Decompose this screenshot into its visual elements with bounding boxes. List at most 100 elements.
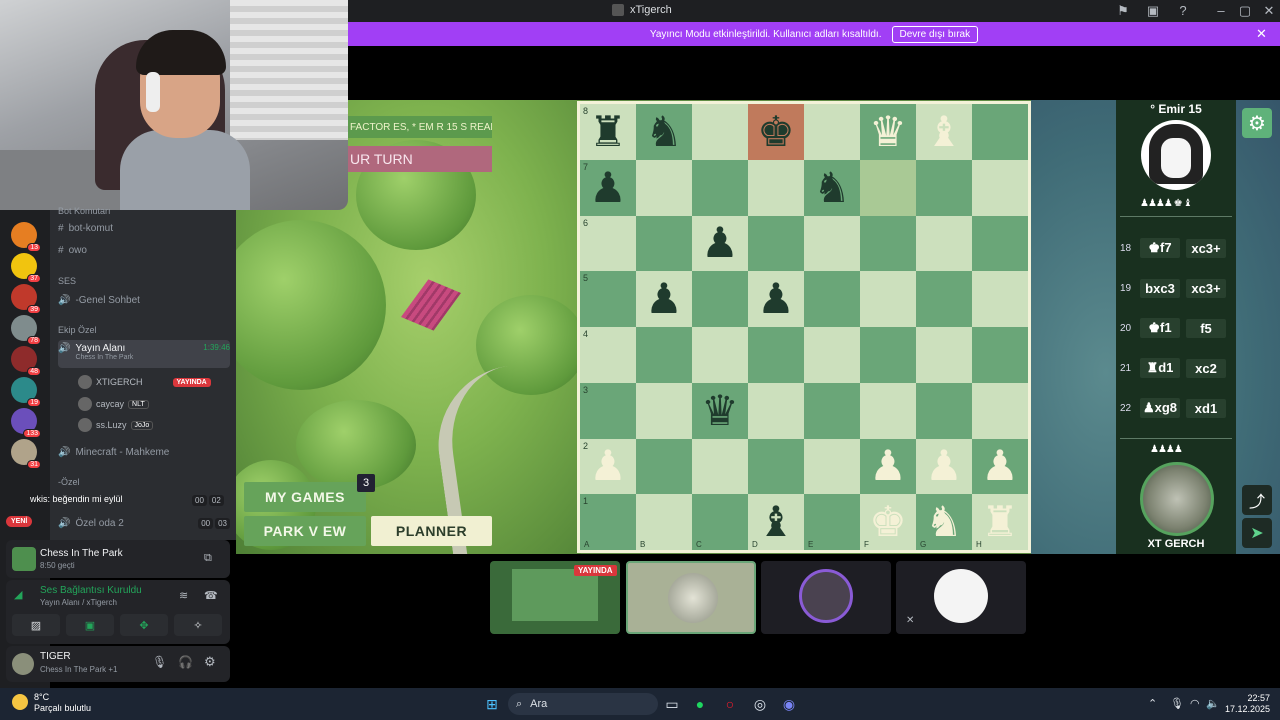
board-square[interactable]: 4	[580, 327, 636, 383]
board-square[interactable]	[636, 215, 692, 272]
board-square[interactable]	[860, 382, 916, 439]
tray-mic-icon[interactable]: 🎙	[1170, 697, 1184, 710]
white-piece[interactable]: ♚	[869, 501, 907, 543]
soundboard-icon[interactable]: ✧	[174, 614, 222, 636]
participant-tile-user[interactable]	[761, 561, 891, 634]
channel-minecraft[interactable]: 🔊 Minecraft - Mahkeme	[58, 442, 169, 462]
black-piece[interactable]: ♜	[589, 110, 627, 153]
board-square[interactable]: ♟ 7	[580, 159, 636, 216]
voice-user[interactable]: ss.Luzy JoJo	[78, 418, 154, 432]
board-square[interactable]	[972, 215, 1028, 272]
server-icon[interactable]: 19	[11, 377, 41, 407]
board-square[interactable]	[860, 271, 916, 327]
board-square[interactable]: B	[636, 494, 692, 550]
board-square[interactable]	[636, 382, 692, 439]
move-row[interactable]: 21 ♜d1 xc2	[1120, 354, 1230, 382]
voice-user[interactable]: caycay NLT	[78, 397, 149, 411]
white-piece[interactable]: ♝	[925, 110, 963, 153]
server-icon[interactable]: 37	[11, 253, 41, 283]
close-window-icon[interactable]: ✕	[1260, 3, 1278, 19]
tray-chevron-icon[interactable]: ⌃	[1148, 697, 1157, 710]
spotify-icon[interactable]: ●	[690, 694, 710, 714]
task-view-icon[interactable]: ▭	[662, 694, 682, 714]
user-name[interactable]: TIGER	[40, 651, 71, 662]
white-piece[interactable]: ♟	[925, 445, 963, 487]
black-piece[interactable]: ♟	[701, 222, 739, 264]
board-square[interactable]	[972, 159, 1028, 216]
disconnect-icon[interactable]: ☎	[204, 589, 218, 602]
board-square[interactable]: ♟	[692, 215, 748, 272]
board-square[interactable]	[692, 104, 748, 160]
board-square[interactable]: ♞ G	[916, 494, 972, 550]
board-square[interactable]: 6	[580, 215, 636, 272]
server-icon[interactable]: 133	[11, 408, 41, 438]
board-square[interactable]	[860, 327, 916, 383]
black-piece[interactable]: ♝	[757, 501, 795, 543]
gear-icon[interactable]: ⚙	[1242, 108, 1272, 138]
channel-yayin-alani[interactable]: 🔊 Yayın Alanı Chess In The Park 1:39:46	[58, 340, 230, 368]
black-piece[interactable]: ♞	[645, 110, 683, 153]
board-square[interactable]: ♞	[636, 104, 692, 160]
board-square[interactable]	[636, 327, 692, 383]
board-square[interactable]: ♟	[972, 438, 1028, 495]
voice-category[interactable]: SES	[58, 276, 76, 286]
microphone-icon[interactable]: 🎙	[152, 655, 167, 669]
board-square[interactable]: ♜ 8	[580, 104, 636, 160]
planner-button[interactable]: PLANNER	[371, 516, 492, 546]
board-square[interactable]: ♝ D	[748, 494, 804, 550]
server-icon[interactable]: 78	[11, 315, 41, 345]
white-piece[interactable]: ♛	[869, 110, 907, 153]
black-piece[interactable]: ♟	[645, 278, 683, 320]
board-square[interactable]	[860, 215, 916, 272]
board-square[interactable]	[972, 382, 1028, 439]
move-row[interactable]: 19 bxc3 xc3+	[1120, 274, 1230, 302]
board-square[interactable]: C	[692, 494, 748, 550]
move-row[interactable]: 20 ♚f1 f5	[1120, 314, 1230, 342]
board-square[interactable]	[916, 215, 972, 272]
black-piece[interactable]: ♛	[701, 389, 739, 432]
board-square[interactable]	[804, 327, 860, 383]
volume-icon[interactable]: 🔈	[1206, 697, 1220, 710]
popout-icon[interactable]: ⧉	[204, 552, 212, 565]
board-square[interactable]: ♜ H	[972, 494, 1028, 550]
white-piece[interactable]: ♟	[589, 445, 627, 487]
white-piece[interactable]: ♟	[981, 445, 1019, 487]
board-square[interactable]: 5	[580, 271, 636, 327]
taskbar-search[interactable]: ⌕ Ara	[508, 693, 658, 715]
white-piece[interactable]: ♜	[981, 501, 1019, 543]
board-square[interactable]	[692, 438, 748, 495]
board-square[interactable]	[636, 438, 692, 495]
settings-icon[interactable]: ⚙	[204, 654, 216, 670]
board-square[interactable]	[692, 271, 748, 327]
board-square[interactable]: ♚	[748, 104, 804, 160]
disable-streamer-mode-button[interactable]: Devre dışı bırak	[891, 25, 979, 43]
server-icon[interactable]: 48	[11, 346, 41, 376]
board-square[interactable]	[636, 159, 692, 216]
black-piece[interactable]: ♞	[813, 166, 851, 209]
clock[interactable]: 22:57 17.12.2025	[1225, 693, 1270, 715]
participant-tile-tiger[interactable]	[626, 561, 756, 634]
bot-category[interactable]: Bot Komutarı	[58, 206, 111, 216]
screen-share-icon[interactable]: ▣	[1144, 3, 1162, 19]
wifi-icon[interactable]: ◠	[1190, 697, 1200, 710]
board-square[interactable]	[804, 271, 860, 327]
voice-status[interactable]: Ses Bağlantısı Kuruldu	[40, 585, 142, 596]
voice-location[interactable]: Yayın Alanı / xTigerch	[40, 598, 117, 607]
channel-owo[interactable]: # owo	[58, 240, 87, 260]
send-icon[interactable]: ➤	[1242, 518, 1272, 548]
board-square[interactable]	[748, 438, 804, 495]
board-square[interactable]: ♚ F	[860, 494, 916, 550]
board-square[interactable]: ♟ 2	[580, 438, 636, 495]
channel-bot-komut[interactable]: # bot-komut	[58, 218, 113, 238]
avatar[interactable]	[12, 653, 34, 675]
team-category[interactable]: Ekip Özel	[58, 325, 97, 335]
board-square[interactable]	[804, 104, 860, 160]
board-square[interactable]: ♟	[860, 438, 916, 495]
share-icon[interactable]: ⤴	[1242, 485, 1272, 515]
help-icon[interactable]: ?	[1174, 3, 1192, 18]
activity-panel[interactable]: Chess In The Park 8:50 geçti ⧉	[6, 540, 230, 578]
white-piece[interactable]: ♟	[869, 445, 907, 487]
black-piece[interactable]: ♟	[589, 166, 627, 209]
server-icon[interactable]: 31	[11, 439, 41, 469]
windows-start-icon[interactable]: ⊞	[482, 694, 502, 714]
